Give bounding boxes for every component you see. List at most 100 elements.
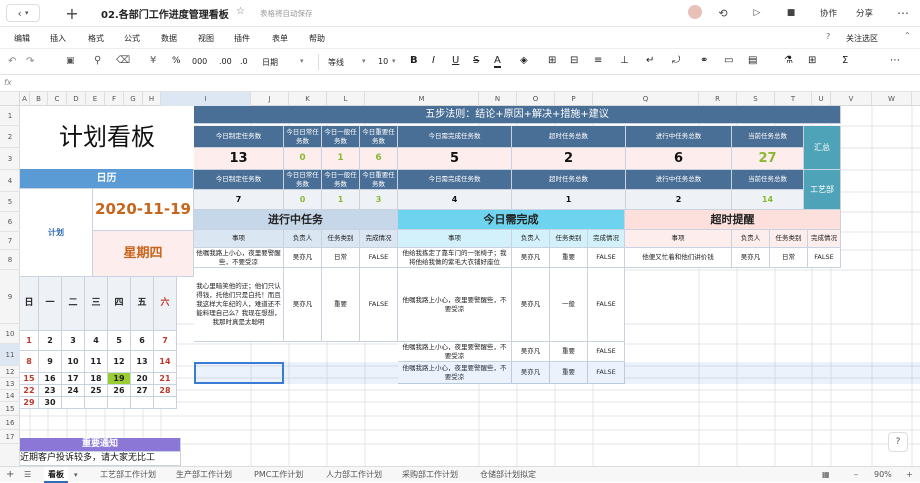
font-select[interactable]: 等线: [328, 57, 344, 68]
row-header[interactable]: 10: [0, 324, 20, 344]
font-size-select[interactable]: 10: [378, 57, 388, 66]
sheet-tab-purchase[interactable]: 采购部工作计划: [398, 467, 462, 483]
row-header[interactable]: 2: [0, 126, 20, 148]
more-tools-icon[interactable]: ⋯: [890, 55, 900, 66]
active-cell[interactable]: [194, 362, 284, 384]
column-header[interactable]: S: [737, 92, 775, 106]
number-format-select[interactable]: 日期: [262, 57, 278, 68]
row-header[interactable]: 16: [0, 416, 20, 430]
redo-icon[interactable]: ↷: [26, 56, 34, 67]
row-header[interactable]: 3: [0, 148, 20, 170]
percent-button[interactable]: %: [172, 56, 181, 66]
zoom-in-button[interactable]: +: [902, 467, 917, 483]
menu-plugin[interactable]: 插件: [234, 33, 250, 44]
column-header[interactable]: D: [67, 92, 86, 106]
column-header[interactable]: W: [872, 92, 912, 106]
comment-icon[interactable]: ▭: [724, 55, 733, 66]
valign-icon[interactable]: ⊥: [620, 55, 629, 66]
avatar[interactable]: [688, 5, 702, 19]
clear-icon[interactable]: ⌫: [116, 55, 130, 66]
document-title[interactable]: 02.各部门工作进度管理看板: [101, 6, 229, 21]
column-header[interactable]: V: [831, 92, 872, 106]
column-header[interactable]: Q: [593, 92, 699, 106]
share-button[interactable]: 分享: [856, 7, 873, 19]
decimal-add-button[interactable]: .00: [219, 57, 232, 66]
decimal-sub-button[interactable]: .0: [240, 57, 248, 66]
filter-icon[interactable]: ⚗: [784, 55, 793, 66]
paste-icon[interactable]: ▣: [66, 56, 75, 66]
column-header[interactable]: G: [124, 92, 143, 106]
column-header[interactable]: M: [365, 92, 479, 106]
help-float-button[interactable]: ?: [888, 432, 908, 452]
merge-icon[interactable]: ⊟: [570, 55, 578, 66]
follow-selection-button[interactable]: 关注选区: [846, 33, 878, 44]
column-header[interactable]: B: [30, 92, 48, 106]
corner-cell[interactable]: [0, 92, 20, 106]
column-header[interactable]: F: [105, 92, 124, 106]
chart-icon[interactable]: ▤: [748, 55, 757, 66]
link-icon[interactable]: ⚭: [700, 55, 708, 66]
thousands-button[interactable]: 000: [192, 57, 207, 66]
row-header[interactable]: 13: [0, 378, 20, 390]
column-header[interactable]: K: [289, 92, 327, 106]
column-header[interactable]: T: [775, 92, 812, 106]
menu-help[interactable]: 帮助: [309, 33, 325, 44]
menu-format[interactable]: 格式: [88, 33, 104, 44]
row-header[interactable]: 5: [0, 192, 20, 212]
sheet-tab-warehouse[interactable]: 仓储部计划拟定: [476, 467, 540, 483]
font-color-icon[interactable]: A: [494, 55, 501, 68]
help-icon[interactable]: ?: [826, 32, 830, 41]
sheet-tab-pmc[interactable]: PMC工作计划: [250, 467, 307, 483]
row-header[interactable]: 17: [0, 430, 20, 444]
row-header[interactable]: 12: [0, 366, 20, 378]
sheet-tab-hr[interactable]: 人力部工作计划: [322, 467, 386, 483]
column-header[interactable]: A: [20, 92, 30, 106]
column-header[interactable]: N: [479, 92, 517, 106]
back-button[interactable]: ‹ ▾: [6, 4, 40, 22]
align-icon[interactable]: ≡: [594, 55, 602, 66]
menu-form[interactable]: 表单: [272, 33, 288, 44]
star-icon[interactable]: ☆: [236, 6, 245, 17]
wrap-icon[interactable]: ↵: [646, 55, 654, 66]
sheet-tab-production[interactable]: 生产部工作计划: [172, 467, 236, 483]
row-header[interactable]: 9: [0, 270, 20, 324]
border-icon[interactable]: ⊞: [548, 55, 556, 66]
collab-button[interactable]: 协作: [820, 7, 837, 19]
underline-icon[interactable]: U: [452, 55, 459, 66]
currency-icon[interactable]: ¥: [150, 55, 156, 66]
fill-color-icon[interactable]: ◈: [520, 55, 528, 66]
column-header[interactable]: H: [143, 92, 161, 106]
row-header[interactable]: 8: [0, 250, 20, 270]
function-icon[interactable]: Σ: [842, 55, 848, 66]
column-header[interactable]: L: [327, 92, 365, 106]
column-header[interactable]: O: [517, 92, 555, 106]
column-header[interactable]: R: [699, 92, 737, 106]
history-icon[interactable]: ⟲: [714, 4, 732, 22]
row-header[interactable]: 14: [0, 390, 20, 402]
strikethrough-icon[interactable]: S: [473, 55, 479, 66]
more-icon[interactable]: ⋯: [894, 4, 912, 22]
sheet-tab-board[interactable]: 看板: [44, 467, 68, 483]
column-header[interactable]: U: [812, 92, 831, 106]
row-header[interactable]: 6: [0, 212, 20, 232]
sheet-list-icon[interactable]: ☰: [20, 467, 35, 483]
video-icon[interactable]: ■: [782, 4, 800, 22]
menu-view[interactable]: 视图: [198, 33, 214, 44]
freeze-icon[interactable]: ⊞: [808, 55, 816, 66]
rotate-icon[interactable]: ⤾: [672, 55, 680, 66]
zoom-level[interactable]: 90%: [870, 467, 896, 483]
menu-formula[interactable]: 公式: [124, 33, 140, 44]
menu-edit[interactable]: 编辑: [14, 33, 30, 44]
italic-icon[interactable]: I: [432, 55, 435, 66]
menu-data[interactable]: 数据: [161, 33, 177, 44]
new-tab-button[interactable]: +: [62, 4, 82, 23]
column-header[interactable]: C: [48, 92, 67, 106]
collapse-icon[interactable]: ⌃: [904, 31, 911, 40]
row-header[interactable]: 1: [0, 106, 20, 126]
sheet-tab-craft[interactable]: 工艺部工作计划: [96, 467, 160, 483]
formula-bar[interactable]: fx: [0, 75, 920, 92]
menu-insert[interactable]: 插入: [50, 33, 66, 44]
view-mode-icon[interactable]: ▦: [818, 467, 834, 483]
column-header[interactable]: P: [555, 92, 593, 106]
row-header[interactable]: 7: [0, 232, 20, 250]
